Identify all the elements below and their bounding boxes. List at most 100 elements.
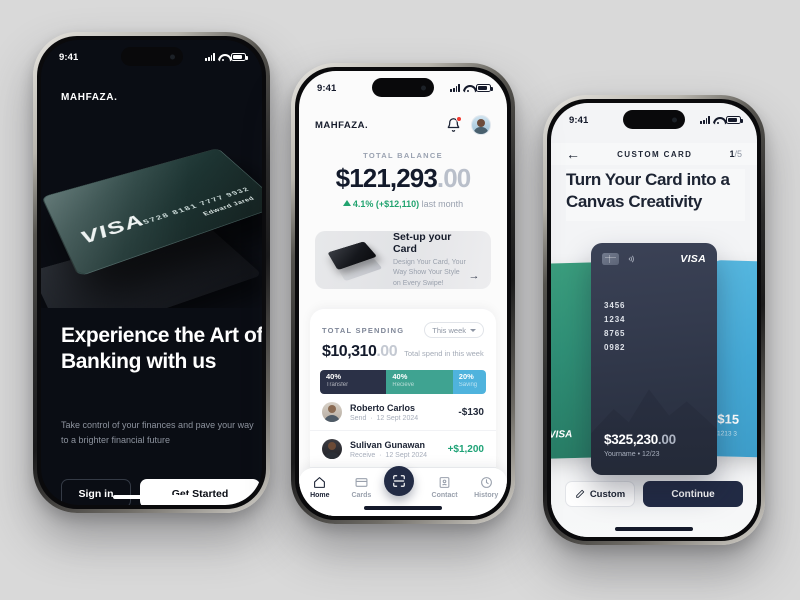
card-number-block: 3456 1234 8765 0982 bbox=[604, 299, 625, 355]
spending-header: TOTAL SPENDING This week bbox=[310, 309, 496, 338]
app-logo: MAHFAZA. bbox=[61, 92, 118, 103]
custom-button[interactable]: Custom bbox=[565, 481, 635, 507]
pencil-icon bbox=[576, 489, 584, 498]
arrow-right-icon[interactable]: → bbox=[467, 238, 481, 282]
battery-icon bbox=[231, 53, 248, 61]
segment-saving[interactable]: 20% Saving bbox=[452, 370, 486, 394]
avatar bbox=[322, 439, 342, 459]
nav-label: Cards bbox=[351, 492, 372, 499]
app-logo: MAHFAZA. bbox=[315, 119, 369, 131]
page-title: Experience the Art of Banking with us bbox=[61, 324, 262, 374]
phone-bezel: 9:41 ← CUSTOM CARD 1/5 Turn Your Card in… bbox=[547, 99, 761, 541]
scan-icon[interactable] bbox=[383, 466, 414, 496]
chevron-down-icon bbox=[470, 328, 476, 332]
custom-card-screen: 9:41 ← CUSTOM CARD 1/5 Turn Your Card in… bbox=[551, 103, 757, 537]
dynamic-island bbox=[372, 78, 434, 97]
bell-icon[interactable] bbox=[446, 116, 462, 133]
custom-card-actions: Custom Continue bbox=[565, 481, 743, 507]
history-icon bbox=[467, 475, 505, 489]
wifi-icon bbox=[218, 53, 228, 61]
transaction-name: Roberto Carlos bbox=[350, 402, 416, 413]
phone-bezel: 9:41 MAHFAZA. TOTAL BALANCE $121,293.00 … bbox=[295, 67, 511, 520]
nav-item-contact[interactable]: Contact bbox=[426, 475, 464, 499]
hero-card-illustration: VISA 5728 8181 7777 9932 Edward Jared bbox=[41, 118, 262, 308]
balance-main: $121,293 bbox=[335, 163, 438, 193]
contactless-icon bbox=[626, 254, 635, 265]
home-top-bar: MAHFAZA. bbox=[299, 111, 507, 139]
card-number-group: 3456 bbox=[604, 301, 626, 310]
transaction-date: 12 Sept 2024 bbox=[376, 414, 419, 422]
visa-logo: VISA bbox=[551, 429, 573, 441]
transaction-amount: -$130 bbox=[458, 406, 484, 418]
home-indicator[interactable] bbox=[615, 527, 693, 531]
custom-card-header: ← CUSTOM CARD 1/5 bbox=[551, 143, 757, 165]
nav-item-home[interactable]: Home bbox=[301, 475, 339, 499]
phone-onboarding: 9:41 MAHFAZA. VISA 5728 8181 7777 9932 E… bbox=[33, 32, 270, 513]
card-amount: $15 bbox=[717, 411, 740, 427]
transaction-date: 12 Sept 2024 bbox=[385, 451, 428, 459]
wifi-icon bbox=[463, 84, 473, 92]
segment-label: Recieve bbox=[392, 381, 415, 388]
card-amount-main: $325,230 bbox=[604, 432, 658, 447]
avatar[interactable] bbox=[471, 115, 491, 135]
card-number-group: 0982 bbox=[604, 343, 626, 352]
arrow-left-icon[interactable]: ← bbox=[566, 147, 580, 161]
card-number-group: 8765 bbox=[604, 329, 626, 338]
continue-button[interactable]: Continue bbox=[643, 481, 743, 507]
transaction-name: Sulivan Gunawan bbox=[350, 439, 426, 450]
spending-main: $10,310 bbox=[322, 343, 377, 360]
onboarding-screen: 9:41 MAHFAZA. VISA 5728 8181 7777 9932 E… bbox=[41, 40, 262, 505]
carousel-card-main[interactable]: VISA 3456 1234 8765 0982 $325,230.00 You… bbox=[591, 243, 717, 475]
segment-label: Transfer bbox=[326, 381, 349, 388]
transaction-info: Sulivan Gunawan Receive · 12 Sept 2024 bbox=[350, 440, 440, 459]
phone-home: 9:41 MAHFAZA. TOTAL BALANCE $121,293.00 … bbox=[291, 63, 515, 524]
step-total: 5 bbox=[736, 149, 742, 159]
balance-label: TOTAL BALANCE bbox=[363, 151, 443, 160]
setup-description: Design Your Card, Your Way Show Your Sty… bbox=[393, 258, 466, 287]
home-indicator[interactable] bbox=[112, 495, 191, 499]
card-amount-cents: .00 bbox=[657, 432, 676, 447]
status-time: 9:41 bbox=[569, 114, 589, 126]
sign-in-button[interactable]: Sign in bbox=[61, 479, 131, 505]
transaction-type: Receive bbox=[350, 451, 376, 459]
step-counter: 1/5 bbox=[729, 149, 742, 159]
table-row[interactable]: Roberto Carlos Send · 12 Sept 2024 -$130 bbox=[310, 394, 496, 431]
dynamic-island bbox=[120, 47, 183, 66]
balance-amount: $121,293.00 bbox=[299, 163, 507, 194]
card-holder: 1213 3 bbox=[716, 430, 738, 438]
spending-breakdown-bar: 40% Transfer 40% Recieve 20% Saving bbox=[320, 370, 486, 394]
card-amount: $325,230.00 bbox=[604, 432, 676, 447]
setup-title: Set-up your Card bbox=[393, 231, 452, 255]
cellular-bars-icon bbox=[700, 116, 710, 124]
transaction-type: Send bbox=[350, 414, 367, 422]
segment-recieve[interactable]: 40% Recieve bbox=[386, 370, 453, 394]
segment-transfer[interactable]: 40% Transfer bbox=[320, 370, 387, 394]
transaction-meta: Receive · 12 Sept 2024 bbox=[350, 451, 428, 459]
nav-item-history[interactable]: History bbox=[467, 475, 505, 499]
transaction-meta: Send · 12 Sept 2024 bbox=[350, 414, 419, 422]
change-suffix: last month bbox=[419, 199, 464, 209]
period-filter-dropdown[interactable]: This week bbox=[424, 322, 484, 338]
home-icon bbox=[301, 475, 339, 489]
table-row[interactable]: Sulivan Gunawan Receive · 12 Sept 2024 +… bbox=[310, 431, 496, 468]
segment-percent: 20% bbox=[458, 372, 474, 381]
setup-card-banner[interactable]: Set-up your Card Design Your Card, Your … bbox=[315, 231, 491, 289]
get-started-button[interactable]: Get Started bbox=[140, 479, 260, 505]
cellular-bars-icon bbox=[450, 84, 460, 92]
spending-cents: .00 bbox=[376, 343, 398, 360]
mockup-stage: 9:41 MAHFAZA. VISA 5728 8181 7777 9932 E… bbox=[0, 0, 800, 600]
nav-item-cards[interactable]: Cards bbox=[342, 475, 380, 499]
status-time: 9:41 bbox=[317, 82, 337, 94]
card-top-row: VISA bbox=[602, 253, 706, 265]
cellular-bars-icon bbox=[205, 53, 215, 61]
avatar bbox=[322, 402, 342, 422]
contact-icon bbox=[426, 475, 464, 489]
card-carousel[interactable]: VISA $15 1213 3 VISA 3456 1234 8765 0982… bbox=[551, 231, 757, 491]
battery-icon bbox=[726, 116, 743, 124]
home-screen: 9:41 MAHFAZA. TOTAL BALANCE $121,293.00 … bbox=[299, 71, 507, 516]
nav-item-scan[interactable] bbox=[383, 466, 422, 496]
page-title: CUSTOM CARD bbox=[617, 149, 693, 159]
visa-logo: VISA bbox=[680, 253, 706, 265]
card-holder: Yourname • 12/23 bbox=[604, 451, 660, 458]
home-indicator[interactable] bbox=[364, 506, 442, 510]
